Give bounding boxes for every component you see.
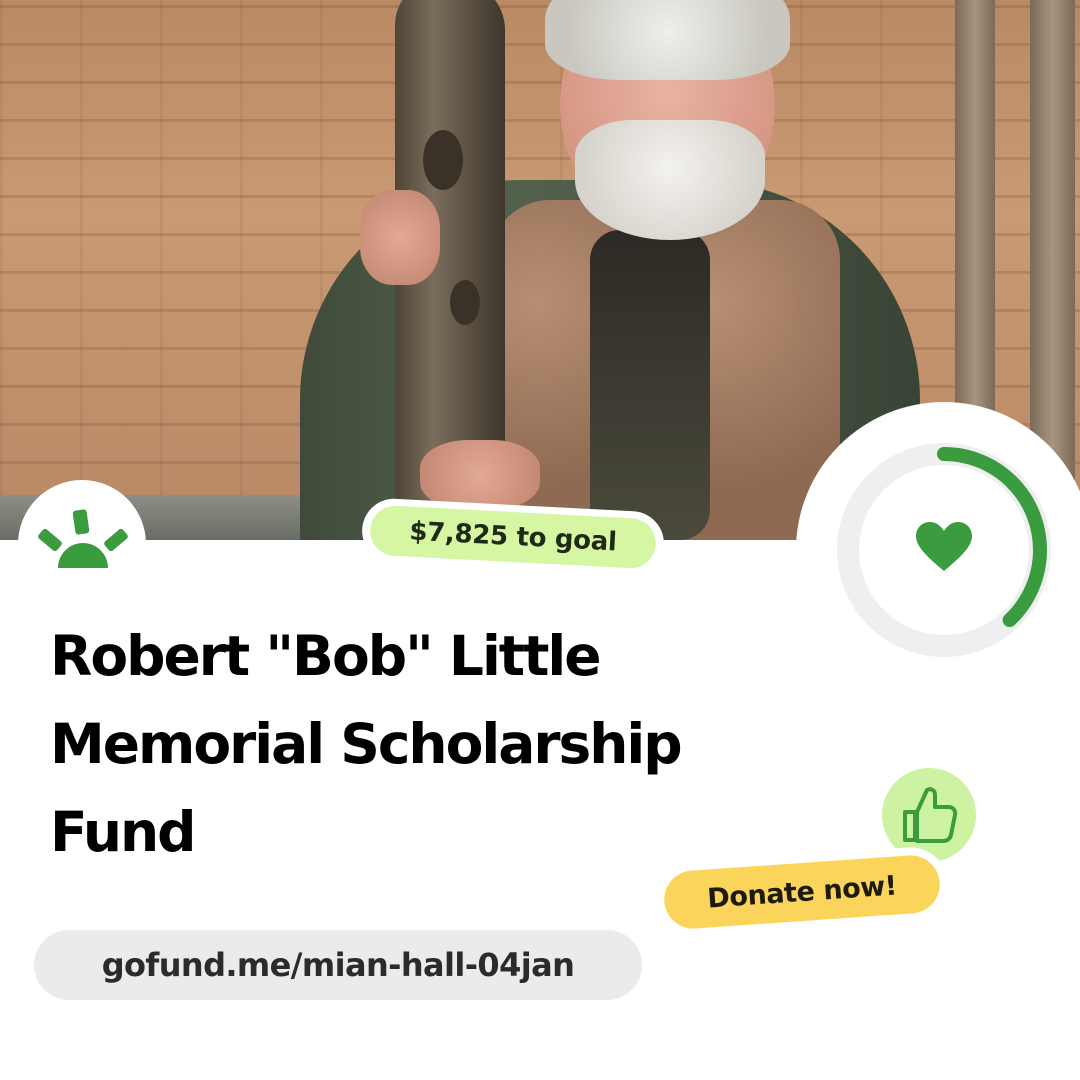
share-card: $7,825 to goal Robert "Bob" Little Memor… (0, 0, 1080, 1080)
person-beard (575, 120, 765, 240)
heart-icon (916, 522, 972, 571)
person-hand (420, 440, 540, 510)
goal-remaining-text: $7,825 to goal (368, 504, 658, 570)
title-line: Fund (50, 800, 197, 864)
donate-button-label: Donate now! (662, 853, 942, 931)
thumbs-up-icon (903, 787, 958, 843)
campaign-title: Robert "Bob" Little Memorial Scholarship… (50, 612, 770, 876)
title-line: Memorial Scholarship (50, 712, 683, 776)
person-hand (360, 190, 440, 285)
gofundme-logo-icon (38, 509, 128, 568)
campaign-url-link[interactable]: gofund.me/mian-hall-04jan (34, 930, 642, 1000)
progress-ring (837, 443, 1051, 657)
person-shirt (590, 230, 710, 540)
person-hair (545, 0, 790, 80)
title-line: Robert "Bob" Little (50, 624, 602, 688)
